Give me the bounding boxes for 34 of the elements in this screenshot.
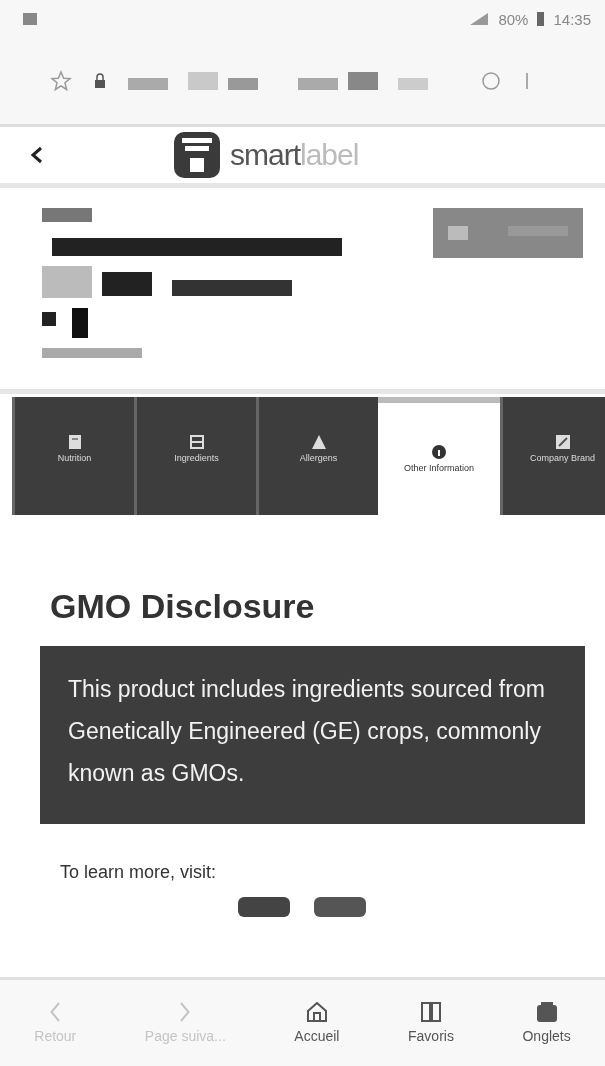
learn-more-text: To learn more, visit: — [60, 862, 218, 883]
battery-percent: 80% — [498, 10, 529, 28]
forward-icon — [180, 1002, 191, 1022]
document-icon — [67, 435, 82, 449]
info-icon — [432, 445, 446, 459]
tab[interactable]: Ingredients — [134, 397, 256, 515]
nav-button[interactable]: Onglets — [522, 1002, 571, 1044]
tab[interactable]: Company Brand — [500, 397, 605, 515]
tab[interactable]: Nutrition — [12, 397, 134, 515]
menu-icon[interactable] — [524, 70, 530, 92]
nav-button[interactable]: Favoris — [408, 1002, 454, 1044]
lock-icon — [94, 73, 106, 89]
logo-icon — [172, 130, 222, 180]
list-icon — [189, 435, 204, 449]
book-icon — [420, 1002, 441, 1022]
tabs-icon — [536, 1002, 557, 1022]
battery-icon — [536, 11, 546, 27]
social-icon[interactable] — [313, 897, 366, 917]
nav-button[interactable]: Accueil — [294, 1002, 340, 1044]
square-icon — [555, 435, 570, 449]
social-icon[interactable] — [237, 897, 290, 917]
reload-icon[interactable] — [480, 70, 502, 92]
warning-icon — [311, 435, 326, 449]
image-icon — [22, 12, 38, 26]
tab[interactable]: Allergens — [256, 397, 378, 515]
star-icon[interactable] — [50, 70, 72, 92]
section-heading: GMO Disclosure — [50, 587, 316, 626]
back-icon[interactable] — [30, 146, 44, 164]
signal-icon — [468, 12, 491, 26]
back-icon — [50, 1002, 61, 1022]
logo-text: smartlabel — [230, 138, 359, 172]
clock-time: 14:35 — [553, 10, 591, 28]
home-icon — [306, 1002, 327, 1022]
notice-panel: This product includes ingredients sourced from Genetically Engineered (GE) crops, commonly known as GMOs. — [40, 646, 585, 824]
